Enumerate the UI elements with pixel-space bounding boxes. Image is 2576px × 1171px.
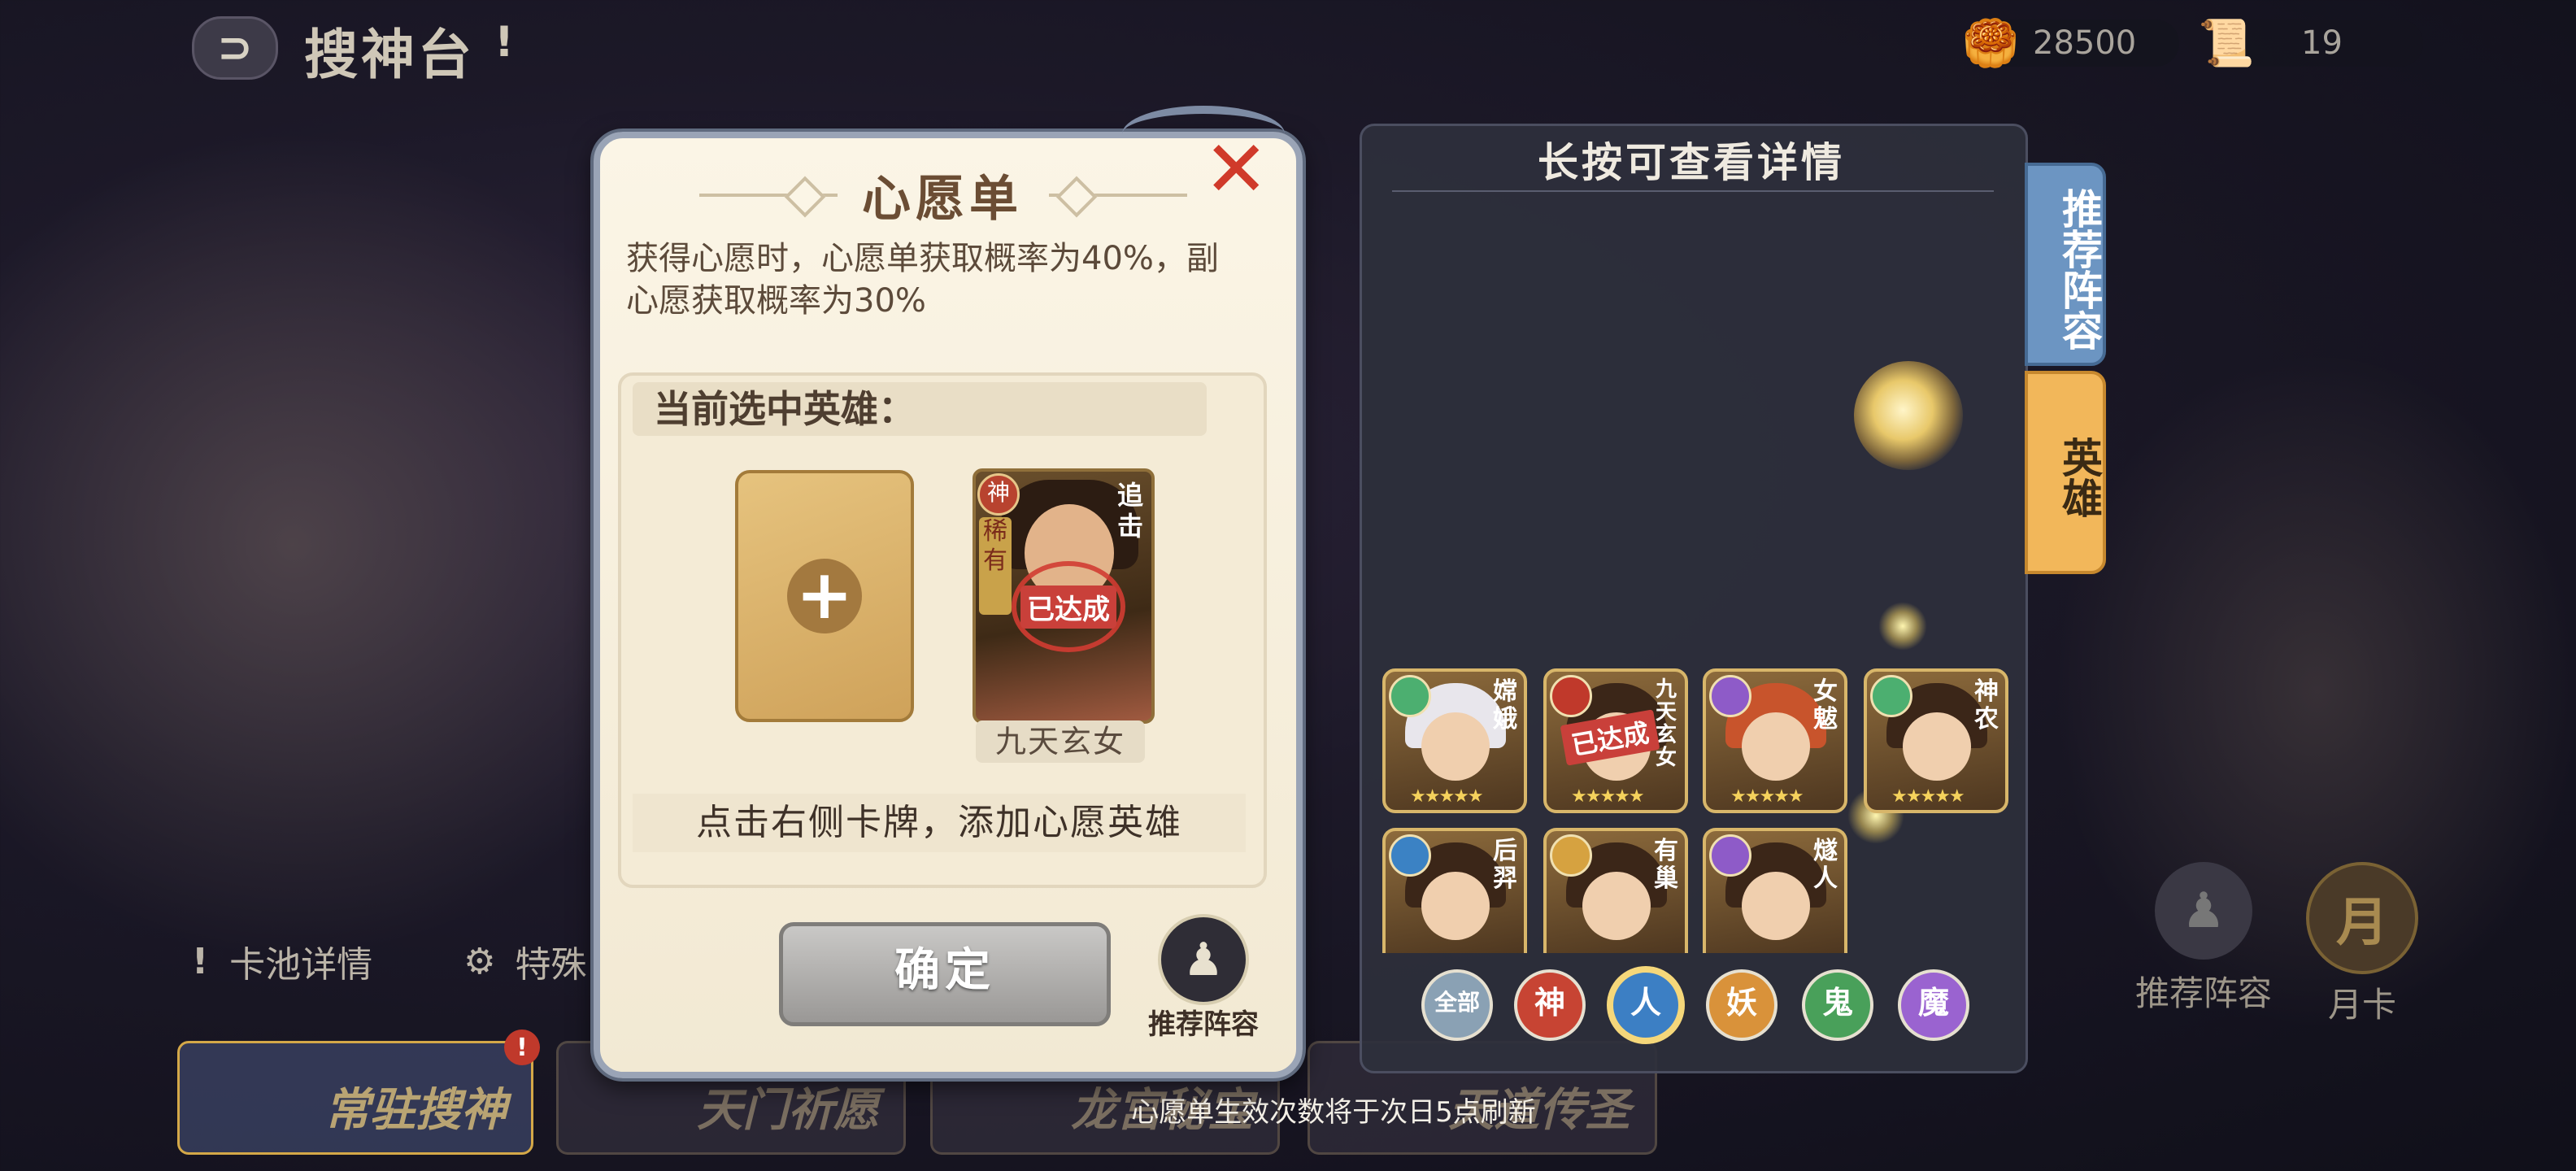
confirm-button[interactable]: 确定 bbox=[779, 922, 1111, 1026]
side-tab-label: 英雄 bbox=[2056, 437, 2103, 518]
wish-description: 获得心愿时，心愿单获取概率为40%，副心愿获取概率为30% bbox=[626, 240, 1219, 320]
exclamation-icon: ! bbox=[192, 940, 209, 982]
tab-alert-badge: ! bbox=[504, 1030, 540, 1065]
selected-hero-label: 当前选中英雄： bbox=[633, 382, 1207, 436]
glowing-orb-effect bbox=[1854, 361, 1963, 470]
faction-icon bbox=[1550, 834, 1592, 877]
dialog-recommend-label: 推荐阵容 bbox=[1148, 1008, 1259, 1041]
rarity-tag: 稀有 bbox=[979, 517, 1012, 615]
plus-icon: + bbox=[787, 559, 862, 633]
close-icon[interactable]: ✕ bbox=[1203, 130, 1268, 208]
panel-divider bbox=[1392, 190, 1994, 192]
scroll-currency[interactable]: 📜 19 bbox=[2198, 17, 2423, 70]
dialog-title: 心愿单 bbox=[862, 171, 1023, 228]
chess-piece-icon: ♟ bbox=[2155, 862, 2252, 960]
wish-hero-name: 九天玄女 bbox=[976, 720, 1145, 763]
faction-icon bbox=[1389, 834, 1431, 877]
filter-demon[interactable]: 妖 bbox=[1706, 969, 1778, 1041]
hero-name: 女魃 bbox=[1813, 677, 1838, 734]
tab-label: 常驻搜神 bbox=[324, 1084, 507, 1137]
pool-detail-link[interactable]: ! 卡池详情 bbox=[192, 935, 372, 987]
hero-face bbox=[1421, 712, 1490, 781]
filter-ghost[interactable]: 鬼 bbox=[1802, 969, 1873, 1041]
hero-name: 后羿 bbox=[1493, 837, 1517, 893]
hero-name: 神农 bbox=[1974, 677, 1999, 734]
skill-tag: 追击 bbox=[1116, 480, 1143, 542]
pool-detail-label: 卡池详情 bbox=[229, 944, 373, 986]
side-tab-label: 推荐阵容 bbox=[2056, 188, 2103, 350]
hero-face bbox=[1742, 872, 1810, 940]
hero-name: 有巢 bbox=[1654, 837, 1678, 893]
special-label: 特殊 bbox=[515, 944, 587, 986]
hero-face bbox=[1742, 712, 1810, 781]
dialog-recommend-button[interactable]: ♟ 推荐阵容 bbox=[1142, 914, 1265, 1042]
gold-currency[interactable]: 🥮 28500 bbox=[1962, 17, 2179, 70]
panel-title: 长按可查看详情 bbox=[1538, 139, 1845, 186]
chess-piece-icon: ♟ bbox=[1158, 914, 1249, 1005]
add-wish-hero-slot[interactable]: + bbox=[735, 470, 914, 722]
achieved-label: 已达成 bbox=[1020, 585, 1116, 629]
faction-icon: 神 bbox=[977, 473, 1020, 516]
hero-card-shennong[interactable]: 神农 ★★★★★ bbox=[1864, 668, 2008, 813]
scroll-amount: 19 bbox=[2301, 24, 2343, 62]
gold-amount: 28500 bbox=[2033, 24, 2137, 62]
hero-card-nvba[interactable]: 女魃 ★★★★★ bbox=[1703, 668, 1847, 813]
hero-name: 嫦娥 bbox=[1493, 677, 1517, 734]
hero-name: 燧人 bbox=[1813, 837, 1838, 893]
hero-card-jiutian[interactable]: 九天玄女 已达成 ★★★★★ bbox=[1543, 668, 1688, 813]
add-hero-hint: 点击右侧卡牌，添加心愿英雄 bbox=[633, 794, 1246, 852]
tab-label: 天门祈愿 bbox=[697, 1084, 879, 1137]
achieved-stamp: 已达成 bbox=[1012, 561, 1125, 652]
hero-card-suiren[interactable]: 燧人 bbox=[1703, 828, 1847, 953]
page-title: 搜神台 bbox=[304, 24, 475, 86]
faction-icon bbox=[1389, 675, 1431, 717]
back-button[interactable]: ⊃ bbox=[192, 16, 278, 80]
month-card-icon: 月 bbox=[2306, 862, 2418, 974]
tab-regular-summon[interactable]: 常驻搜神 bbox=[177, 1041, 533, 1155]
faction-icon bbox=[1709, 834, 1751, 877]
filter-god[interactable]: 神 bbox=[1514, 969, 1586, 1041]
star-rating: ★★★★★ bbox=[1571, 786, 1645, 807]
refresh-notice: 心愿单生效次数将于次日5点刷新 bbox=[1131, 1096, 1536, 1129]
wish-hero-card[interactable]: 神 稀有 追击 已达成 bbox=[973, 468, 1155, 724]
back-arrow-icon: ⊃ bbox=[217, 24, 253, 72]
faction-icon bbox=[1870, 675, 1912, 717]
filter-human[interactable]: 人 bbox=[1610, 969, 1682, 1041]
month-card-button[interactable]: 月 月卡 bbox=[2293, 862, 2431, 1027]
month-card-label: 月卡 bbox=[2327, 985, 2396, 1025]
recommend-lineup-button[interactable]: ♟ 推荐阵容 bbox=[2122, 862, 2285, 1016]
hero-card-youchao[interactable]: 有巢 bbox=[1543, 828, 1688, 953]
side-tab-recommend[interactable]: 推荐阵容 bbox=[2025, 163, 2106, 366]
hero-face bbox=[1421, 872, 1490, 940]
gear-icon: ⚙ bbox=[463, 940, 496, 982]
side-tab-heroes[interactable]: 英雄 bbox=[2025, 371, 2106, 574]
hero-card-houyi[interactable]: 后羿 bbox=[1382, 828, 1527, 953]
filter-devil[interactable]: 魔 bbox=[1898, 969, 1969, 1041]
hero-face bbox=[1903, 712, 1971, 781]
faction-icon bbox=[1709, 675, 1751, 717]
star-rating: ★★★★★ bbox=[1891, 786, 1965, 807]
special-link[interactable]: ⚙ 特殊 bbox=[463, 935, 586, 987]
star-rating: ★★★★★ bbox=[1410, 786, 1484, 807]
recommend-label: 推荐阵容 bbox=[2134, 973, 2272, 1013]
gold-ingot-icon: 🥮 bbox=[1962, 17, 2019, 70]
faction-icon bbox=[1550, 675, 1592, 717]
hero-name: 九天玄女 bbox=[1655, 677, 1677, 770]
filter-all[interactable]: 全部 bbox=[1421, 969, 1493, 1041]
sparkle-effect bbox=[1878, 602, 1927, 651]
hero-face bbox=[1582, 872, 1651, 940]
hero-card-change[interactable]: 嫦娥 ★★★★★ bbox=[1382, 668, 1527, 813]
star-rating: ★★★★★ bbox=[1730, 786, 1804, 807]
scroll-icon: 📜 bbox=[2198, 17, 2255, 70]
info-alert-icon[interactable]: ! bbox=[486, 18, 522, 67]
